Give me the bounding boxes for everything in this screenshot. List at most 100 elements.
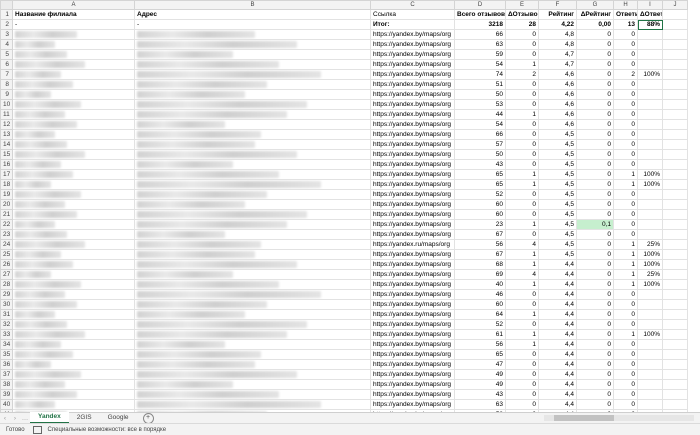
cell-delta-answers[interactable] <box>637 109 663 120</box>
cell-branch-name[interactable] <box>12 239 135 250</box>
cell-empty[interactable] <box>662 389 688 400</box>
cell-branch-name[interactable] <box>12 399 135 410</box>
cell-branch-name[interactable] <box>12 49 135 60</box>
cell-delta-reviews[interactable]: 1 <box>505 179 539 190</box>
row-number[interactable]: 35 <box>0 349 13 360</box>
cell-answers[interactable]: 2 <box>613 69 638 80</box>
row-number[interactable]: 39 <box>0 389 13 400</box>
cell-delta-answers[interactable]: 25% <box>637 239 663 250</box>
row-number[interactable]: 5 <box>0 49 13 60</box>
row-number[interactable]: 23 <box>0 229 13 240</box>
cell-link[interactable]: https://yandex.by/maps/org <box>370 229 455 240</box>
cell-delta-rating[interactable]: 0 <box>576 179 614 190</box>
cell-link[interactable]: https://yandex.by/maps/org <box>370 89 455 100</box>
cell-answers[interactable]: 1 <box>613 239 638 250</box>
add-sheet-icon[interactable]: + <box>142 412 154 424</box>
cell-delta-answers[interactable]: 88% <box>637 19 663 30</box>
cell-rating[interactable]: 4,4 <box>538 329 577 340</box>
cell-total-reviews[interactable]: 69 <box>454 269 506 280</box>
cell-delta-reviews[interactable]: 1 <box>505 59 539 70</box>
cell-total-reviews[interactable]: 51 <box>454 79 506 90</box>
cell-empty[interactable] <box>662 59 688 70</box>
cell-empty[interactable] <box>662 249 688 260</box>
cell-delta-rating[interactable]: 0 <box>576 89 614 100</box>
cell-delta-answers[interactable] <box>637 129 663 140</box>
cell-delta-rating[interactable]: 0 <box>576 239 614 250</box>
cell-total-reviews[interactable]: 63 <box>454 399 506 410</box>
cell-link[interactable]: https://yandex.by/maps/org <box>370 119 455 130</box>
cell-answers[interactable]: 0 <box>613 129 638 140</box>
cell-empty[interactable] <box>662 29 688 40</box>
cell-delta-answers[interactable] <box>637 349 663 360</box>
cell-link[interactable]: https://yandex.by/maps/org <box>370 69 455 80</box>
cell-branch-name[interactable] <box>12 109 135 120</box>
cell-answers[interactable]: 0 <box>613 359 638 370</box>
cell-delta-rating[interactable]: 0 <box>576 109 614 120</box>
cell-branch-name[interactable] <box>12 139 135 150</box>
cell-answers[interactable]: 0 <box>613 189 638 200</box>
cell-link[interactable]: https://yandex.by/maps/org <box>370 269 455 280</box>
cell-total-reviews[interactable]: 61 <box>454 329 506 340</box>
cell-answers[interactable]: 13 <box>613 19 638 30</box>
cell-branch-name[interactable] <box>12 39 135 50</box>
cell-total-reviews[interactable]: 47 <box>454 359 506 370</box>
cell-delta-rating[interactable]: 0,1 <box>576 219 614 230</box>
cell-rating[interactable]: 4,7 <box>538 49 577 60</box>
cell-branch-name[interactable] <box>12 129 135 140</box>
cell-delta-answers[interactable] <box>637 99 663 110</box>
cell-delta-reviews[interactable]: 0 <box>505 149 539 160</box>
cell-link[interactable]: https://yandex.by/maps/org <box>370 179 455 190</box>
cell-delta-rating[interactable]: 0 <box>576 379 614 390</box>
cell-total-reviews[interactable]: 23 <box>454 219 506 230</box>
cell-answers[interactable]: 0 <box>613 339 638 350</box>
cell-delta-reviews[interactable]: 0 <box>505 299 539 310</box>
cell-delta-answers[interactable] <box>637 39 663 50</box>
cell-address-header[interactable]: Адрес <box>134 9 371 20</box>
cell-delta-answers[interactable] <box>637 289 663 300</box>
cell-address[interactable] <box>134 359 371 370</box>
cell-total-reviews[interactable]: 52 <box>454 319 506 330</box>
cell-empty[interactable] <box>662 49 688 60</box>
cell-answers[interactable]: 0 <box>613 289 638 300</box>
row-number[interactable]: 24 <box>0 239 13 250</box>
row-number[interactable]: 11 <box>0 109 13 120</box>
cell-address[interactable] <box>134 339 371 350</box>
cell-total-reviews[interactable]: 50 <box>454 89 506 100</box>
cell-total-reviews[interactable]: 56 <box>454 239 506 250</box>
cell-delta-answers[interactable]: 100% <box>637 169 663 180</box>
cell-delta-answers[interactable] <box>637 59 663 70</box>
cell-branch-name[interactable] <box>12 159 135 170</box>
column-header-f[interactable]: F <box>538 0 577 10</box>
cell-link[interactable]: https://yandex.by/maps/org <box>370 389 455 400</box>
cell-total-reviews[interactable]: 50 <box>454 149 506 160</box>
cell-delta-answers[interactable]: 100% <box>637 279 663 290</box>
column-header-c[interactable]: C <box>370 0 455 10</box>
cell-branch-name[interactable] <box>12 259 135 270</box>
cell-delta-answers[interactable] <box>637 309 663 320</box>
cell-total-reviews[interactable]: 43 <box>454 159 506 170</box>
cell-link[interactable]: https://yandex.by/maps/org <box>370 259 455 270</box>
cell-rating[interactable]: 4,4 <box>538 319 577 330</box>
cell-delta-reviews[interactable]: 0 <box>505 199 539 210</box>
cell-rating[interactable]: 4,4 <box>538 369 577 380</box>
cell-address[interactable] <box>134 289 371 300</box>
row-number[interactable]: 21 <box>0 209 13 220</box>
cell-link[interactable]: https://yandex.by/maps/org <box>370 309 455 320</box>
cell-link[interactable]: https://yandex.by/maps/org <box>370 349 455 360</box>
cell-branch-name[interactable] <box>12 309 135 320</box>
cell-delta-reviews[interactable]: 0 <box>505 129 539 140</box>
cell-answers[interactable]: 1 <box>613 279 638 290</box>
cell-empty[interactable] <box>662 209 688 220</box>
cell-answers[interactable]: 0 <box>613 159 638 170</box>
cell-empty[interactable] <box>662 129 688 140</box>
cell-empty[interactable] <box>662 369 688 380</box>
cell-delta-reviews[interactable]: 1 <box>505 169 539 180</box>
cell-rating[interactable]: 4,6 <box>538 89 577 100</box>
cell-link-header[interactable]: Ссылка <box>370 9 455 20</box>
cell-link[interactable]: https://yandex.by/maps/org <box>370 99 455 110</box>
cell-empty[interactable] <box>662 239 688 250</box>
cell-branch-name[interactable] <box>12 359 135 370</box>
cell-empty[interactable] <box>662 119 688 130</box>
cell-delta-rating[interactable]: 0 <box>576 39 614 50</box>
cell-answers[interactable]: 1 <box>613 269 638 280</box>
